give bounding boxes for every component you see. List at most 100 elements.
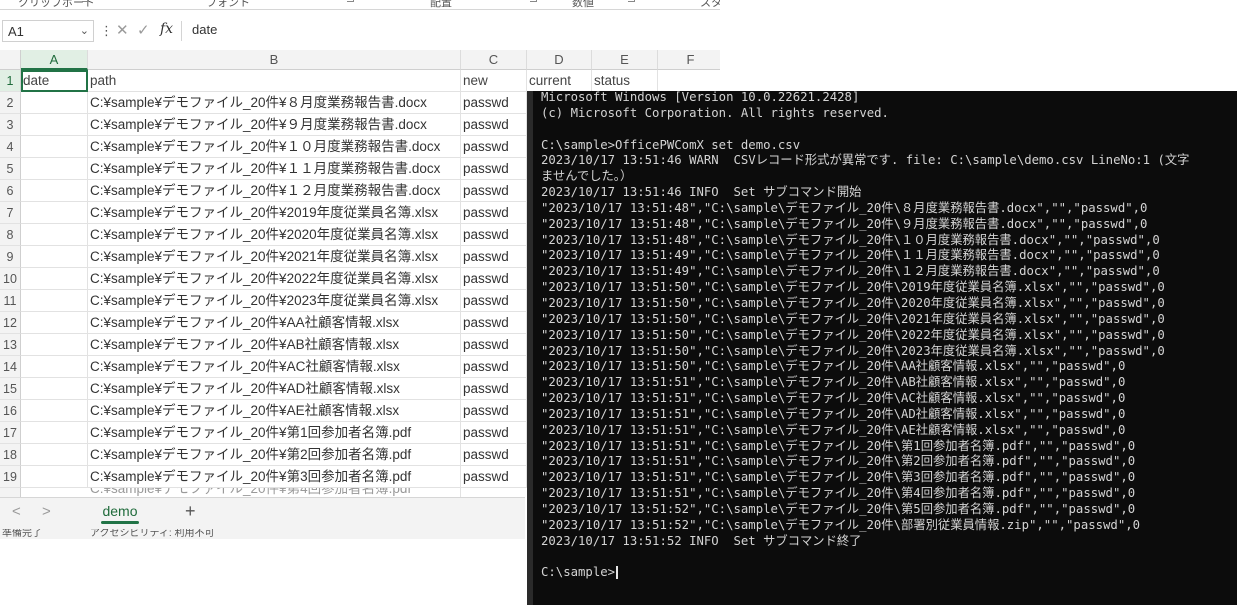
cell-path[interactable]: C:¥sample¥デモファイル_20件¥2022年度従業員名簿.xlsx <box>88 268 461 290</box>
status-accessibility[interactable]: アクセシビリティ: 利用不可 <box>90 529 214 539</box>
cell-new[interactable]: passwd <box>461 224 527 246</box>
cell-path[interactable]: C:¥sample¥デモファイル_20件¥2023年度従業員名簿.xlsx <box>88 290 461 312</box>
cell-new[interactable]: passwd <box>461 136 527 158</box>
cell-path[interactable]: C:¥sample¥デモファイル_20件¥第2回参加者名簿.pdf <box>88 444 461 466</box>
ribbon-group-alignment[interactable]: 配置 <box>430 0 452 10</box>
column-header-b[interactable]: B <box>88 50 461 70</box>
row-number-partial[interactable] <box>0 488 21 497</box>
cell-date[interactable] <box>21 378 88 400</box>
cell-new[interactable]: passwd <box>461 268 527 290</box>
cell-date[interactable] <box>21 444 88 466</box>
prev-sheet-button[interactable]: < <box>12 503 21 520</box>
cell-path-partial[interactable]: C:¥sample¥デモファイル_20件¥第4回参加者名簿.pdf <box>88 488 461 497</box>
name-box[interactable]: A1 ⌄ <box>2 20 94 42</box>
row-number[interactable]: 10 <box>0 268 21 290</box>
formula-input[interactable]: date <box>192 22 217 37</box>
select-all-corner[interactable] <box>0 50 21 70</box>
ribbon-group-styles[interactable]: スタ <box>700 0 720 10</box>
cell-date[interactable] <box>21 180 88 202</box>
insert-function-button[interactable]: fx <box>160 21 173 37</box>
ribbon-group-font[interactable]: フォント <box>206 0 250 10</box>
row-number[interactable]: 19 <box>0 466 21 488</box>
cell-new[interactable]: passwd <box>461 378 527 400</box>
row-number[interactable]: 11 <box>0 290 21 312</box>
cell-e1-status-header[interactable]: status <box>592 70 658 92</box>
cell-date[interactable] <box>21 224 88 246</box>
cell-new[interactable]: passwd <box>461 466 527 488</box>
cell-new[interactable]: passwd <box>461 312 527 334</box>
cell-date[interactable] <box>21 400 88 422</box>
cell-a1-date-header[interactable]: date <box>21 70 88 92</box>
cell-path[interactable]: C:¥sample¥デモファイル_20件¥AD社顧客情報.xlsx <box>88 378 461 400</box>
row-number[interactable]: 5 <box>0 158 21 180</box>
column-header-d[interactable]: D <box>527 50 592 70</box>
cancel-icon[interactable]: ✕ <box>116 21 129 39</box>
more-options-icon[interactable]: ⋮ <box>100 23 113 39</box>
row-number[interactable]: 6 <box>0 180 21 202</box>
row-number[interactable]: 14 <box>0 356 21 378</box>
cell-date[interactable] <box>21 356 88 378</box>
row-number[interactable]: 13 <box>0 334 21 356</box>
cell-d1-current-header[interactable]: current <box>527 70 592 92</box>
row-number[interactable]: 4 <box>0 136 21 158</box>
cell-date[interactable] <box>21 466 88 488</box>
row-number[interactable]: 2 <box>0 92 21 114</box>
row-number[interactable]: 1 <box>0 70 21 92</box>
row-number[interactable]: 16 <box>0 400 21 422</box>
row-number[interactable]: 17 <box>0 422 21 444</box>
dialog-launcher-icon[interactable] <box>82 0 89 2</box>
cell-new[interactable]: passwd <box>461 114 527 136</box>
cell-date[interactable] <box>21 114 88 136</box>
cell-path[interactable]: C:¥sample¥デモファイル_20件¥１２月度業務報告書.docx <box>88 180 461 202</box>
row-number[interactable]: 3 <box>0 114 21 136</box>
cell-date[interactable] <box>21 268 88 290</box>
command-prompt-window[interactable]: Microsoft Windows [Version 10.0.22621.24… <box>527 91 1237 605</box>
cell-date[interactable] <box>21 136 88 158</box>
row-number[interactable]: 12 <box>0 312 21 334</box>
add-sheet-button[interactable]: + <box>185 501 196 522</box>
sheet-tab-demo[interactable]: demo <box>97 501 143 524</box>
cell-path[interactable]: C:¥sample¥デモファイル_20件¥９月度業務報告書.docx <box>88 114 461 136</box>
column-header-a[interactable]: A <box>21 50 88 70</box>
cell-path[interactable]: C:¥sample¥デモファイル_20件¥AE社顧客情報.xlsx <box>88 400 461 422</box>
cell-new[interactable]: passwd <box>461 92 527 114</box>
cell-new[interactable]: passwd <box>461 202 527 224</box>
row-number[interactable]: 7 <box>0 202 21 224</box>
dialog-launcher-icon[interactable] <box>530 0 537 2</box>
cell-path[interactable]: C:¥sample¥デモファイル_20件¥AA社顧客情報.xlsx <box>88 312 461 334</box>
cell-path[interactable]: C:¥sample¥デモファイル_20件¥2019年度従業員名簿.xlsx <box>88 202 461 224</box>
cell-path[interactable]: C:¥sample¥デモファイル_20件¥第3回参加者名簿.pdf <box>88 466 461 488</box>
cell-path[interactable]: C:¥sample¥デモファイル_20件¥AC社顧客情報.xlsx <box>88 356 461 378</box>
row-number[interactable]: 18 <box>0 444 21 466</box>
cell-b1-path-header[interactable]: path <box>88 70 461 92</box>
column-header-c[interactable]: C <box>461 50 527 70</box>
cell-f1[interactable] <box>658 70 720 92</box>
cell-date[interactable] <box>21 246 88 268</box>
column-header-f[interactable]: F <box>658 50 720 70</box>
cell-c1-new-header[interactable]: new <box>461 70 527 92</box>
enter-check-icon[interactable]: ✓ <box>137 21 150 39</box>
cell-new[interactable]: passwd <box>461 422 527 444</box>
cell-new[interactable]: passwd <box>461 290 527 312</box>
cell-date[interactable] <box>21 290 88 312</box>
cell-new[interactable]: passwd <box>461 246 527 268</box>
cell-new[interactable]: passwd <box>461 180 527 202</box>
row-number[interactable]: 9 <box>0 246 21 268</box>
cell-date[interactable] <box>21 312 88 334</box>
chevron-down-icon[interactable]: ⌄ <box>80 24 89 37</box>
cell-date[interactable] <box>21 334 88 356</box>
cell-date[interactable] <box>21 422 88 444</box>
cell-new[interactable]: passwd <box>461 400 527 422</box>
cell-date[interactable] <box>21 158 88 180</box>
cell-date[interactable] <box>21 202 88 224</box>
cell-path[interactable]: C:¥sample¥デモファイル_20件¥８月度業務報告書.docx <box>88 92 461 114</box>
cell-new[interactable]: passwd <box>461 444 527 466</box>
cell-path[interactable]: C:¥sample¥デモファイル_20件¥１０月度業務報告書.docx <box>88 136 461 158</box>
cell-path[interactable]: C:¥sample¥デモファイル_20件¥１１月度業務報告書.docx <box>88 158 461 180</box>
ribbon-group-number[interactable]: 数値 <box>572 0 594 10</box>
cell-path[interactable]: C:¥sample¥デモファイル_20件¥第1回参加者名簿.pdf <box>88 422 461 444</box>
column-header-e[interactable]: E <box>592 50 658 70</box>
cell-path[interactable]: C:¥sample¥デモファイル_20件¥2021年度従業員名簿.xlsx <box>88 246 461 268</box>
row-number[interactable]: 8 <box>0 224 21 246</box>
cell-new[interactable]: passwd <box>461 334 527 356</box>
